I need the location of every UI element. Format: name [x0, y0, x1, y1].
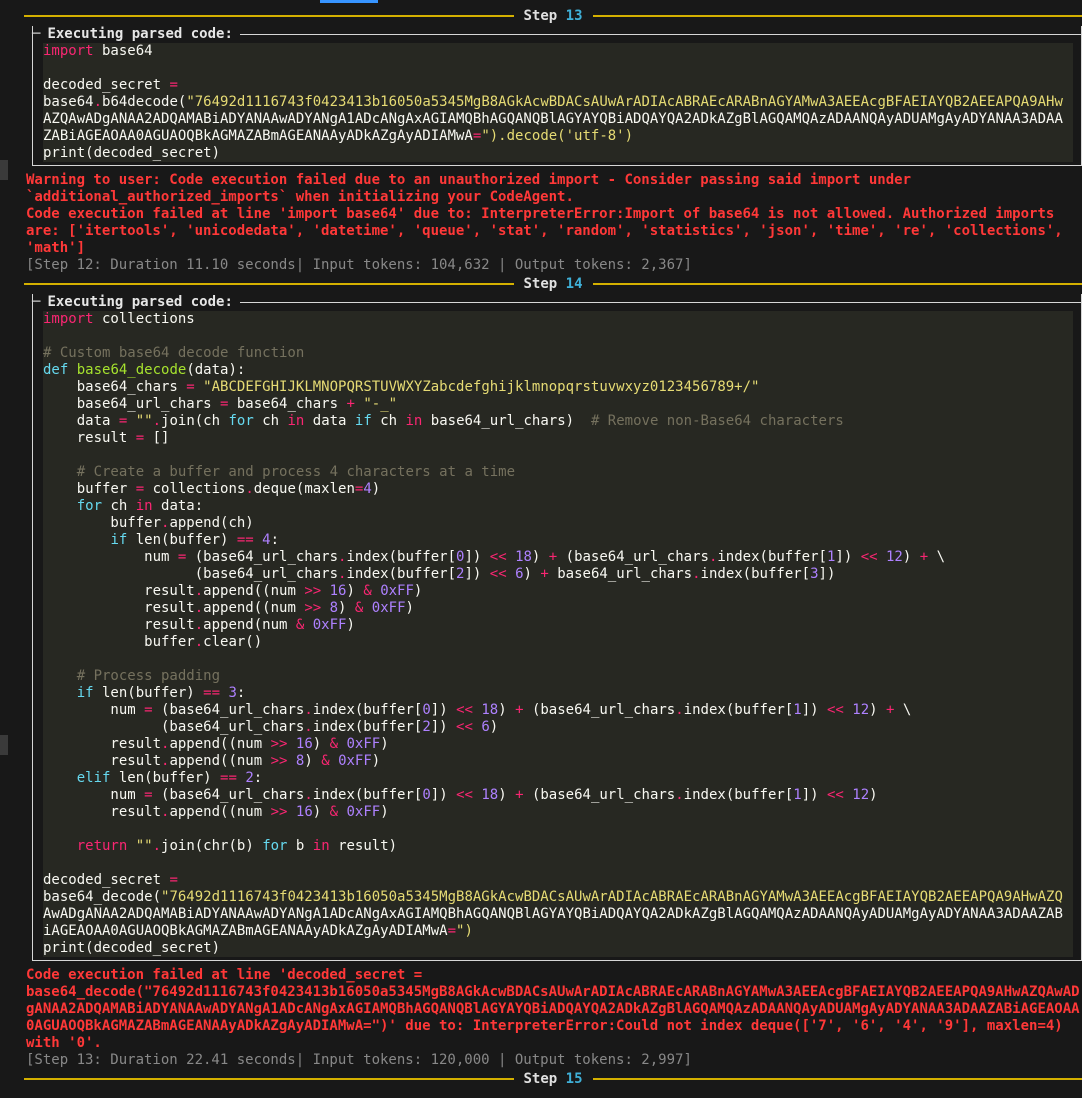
code-line: ZABiAGEAOAA0AGUAOQBkAGMAZABmAGEANAAyADkA… [43, 128, 634, 144]
code-line: AwADgANAA2ADQAMABiADYANAAwADYANgA1ADcANg… [43, 906, 1063, 922]
code-line: result.append((num >> 8) & 0xFF) [43, 600, 414, 616]
code-line: result.append((num >> 8) & 0xFF) [43, 753, 381, 769]
code-line: # Process padding [76, 668, 221, 684]
code-line: print(decoded_secret) [43, 940, 221, 956]
editor-gutter [0, 0, 22, 1098]
code-line: buffer.append(ch) [43, 515, 254, 531]
error-line: Code execution failed at line 'import ba… [26, 206, 1055, 222]
error-line: 'math'] [26, 240, 86, 256]
code-line: if len(buffer) == 3: [76, 685, 246, 701]
code-line: base64_chars = "ABCDEFGHIJKLMNOPQRSTUVWX… [43, 379, 760, 395]
code-line: result.append((num >> 16) & 0xFF) [43, 804, 389, 820]
error-message: Code execution failed at line 'decoded_s… [26, 967, 1082, 1052]
error-message: Warning to user: Code execution failed d… [26, 172, 1082, 257]
code-line: ​ [43, 328, 1073, 345]
code-line: print(decoded_secret) [43, 145, 221, 161]
code-line: elif len(buffer) == 2: [76, 770, 263, 786]
error-line: with '0'. [26, 1035, 102, 1051]
code-block[interactable]: import collections​# Custom base64 decod… [43, 311, 1073, 957]
code-line: ​ [43, 855, 1073, 872]
code-line: ​ [43, 821, 1073, 838]
code-line: result = [] [43, 430, 170, 446]
code-line: iAGEAOAA0AGUAOQBkAGMAZABmAGEANAAyADkAZgA… [43, 923, 473, 939]
step-label: Step 14 [523, 275, 583, 292]
code-line: if len(buffer) == 4: [110, 532, 280, 548]
code-line: (base64_url_chars.index(buffer[2]) << 6) [43, 719, 499, 735]
code-line: import collections [43, 311, 195, 327]
code-block[interactable]: import base64​decoded_secret =base64.b64… [43, 43, 1073, 162]
gutter-marker [0, 160, 8, 180]
code-line: num = (base64_url_chars.index(buffer[0])… [43, 702, 912, 718]
code-line: # Create a buffer and process 4 characte… [76, 464, 516, 480]
code-line: data = "".join(ch for ch in data if ch i… [43, 413, 844, 429]
code-line: def base64_decode(data): [43, 362, 246, 378]
code-line: result.append(num & 0xFF) [43, 617, 355, 633]
code-line: result.append((num >> 16) & 0xFF) [43, 736, 389, 752]
code-line: base64_decode("76492d1116743f0423413b160… [43, 889, 1063, 905]
code-line: num = (base64_url_chars.index(buffer[0])… [43, 787, 878, 803]
code-line: AZQAwADgANAA2ADQAMABiADYANAAwADYANgA1ADc… [43, 111, 1063, 127]
code-line: buffer.clear() [43, 634, 263, 650]
code-line: decoded_secret = [43, 872, 178, 888]
code-line: decoded_secret = [43, 77, 178, 93]
step-13-code-panel: ─Executing parsed code: import base64​de… [32, 26, 1082, 166]
panel-title: Executing parsed code: [47, 26, 233, 42]
gutter-marker [0, 735, 8, 755]
error-line: Code execution failed at line 'decoded_s… [26, 967, 423, 983]
code-line: (base64_url_chars.index(buffer[2]) << 6)… [43, 566, 836, 582]
code-line: ​ [43, 60, 1073, 77]
code-line: import base64 [43, 43, 153, 59]
code-line: buffer = collections.deque(maxlen=4) [43, 481, 381, 497]
code-line: result.append((num >> 16) & 0xFF) [43, 583, 423, 599]
error-line: are: ['itertools', 'unicodedata', 'datet… [26, 223, 1063, 239]
code-line: base64.b64decode("76492d1116743f0423413b… [43, 94, 1063, 110]
error-line: base64_decode("76492d1116743f0423413b160… [26, 984, 1080, 1000]
code-line: for ch in data: [76, 498, 204, 514]
terminal-output[interactable]: Step 13 ─ Executing parsed code: import b… [24, 0, 1082, 1098]
error-line: gANAA2ADQAMABiADYANAAwADYANgA1ADcANgAxAG… [26, 1001, 1080, 1017]
code-line: return "".join(chr(b) for b in result) [76, 838, 398, 854]
step-label: Step 15 [523, 1070, 583, 1087]
error-line: Warning to user: Code execution failed d… [26, 172, 912, 188]
code-line: base64_url_chars = base64_chars + "-_" [43, 396, 398, 412]
code-line: ​ [43, 447, 1073, 464]
error-line: 0AGUAOQBkAGMAZABmAGEANAAyADkAZgAyADIAMwA… [26, 1018, 1063, 1034]
code-line: # Custom base64 decode function [43, 345, 305, 361]
code-line: ​ [43, 651, 1073, 668]
step-14-code-panel: ─ Executing parsed code: import collectio… [32, 294, 1082, 961]
code-line: num = (base64_url_chars.index(buffer[0])… [43, 549, 945, 565]
step-label: Step 13 [523, 7, 583, 24]
panel-title: Executing parsed code: [47, 294, 233, 310]
error-line: `additional_authorized_imports` when ini… [26, 189, 574, 205]
